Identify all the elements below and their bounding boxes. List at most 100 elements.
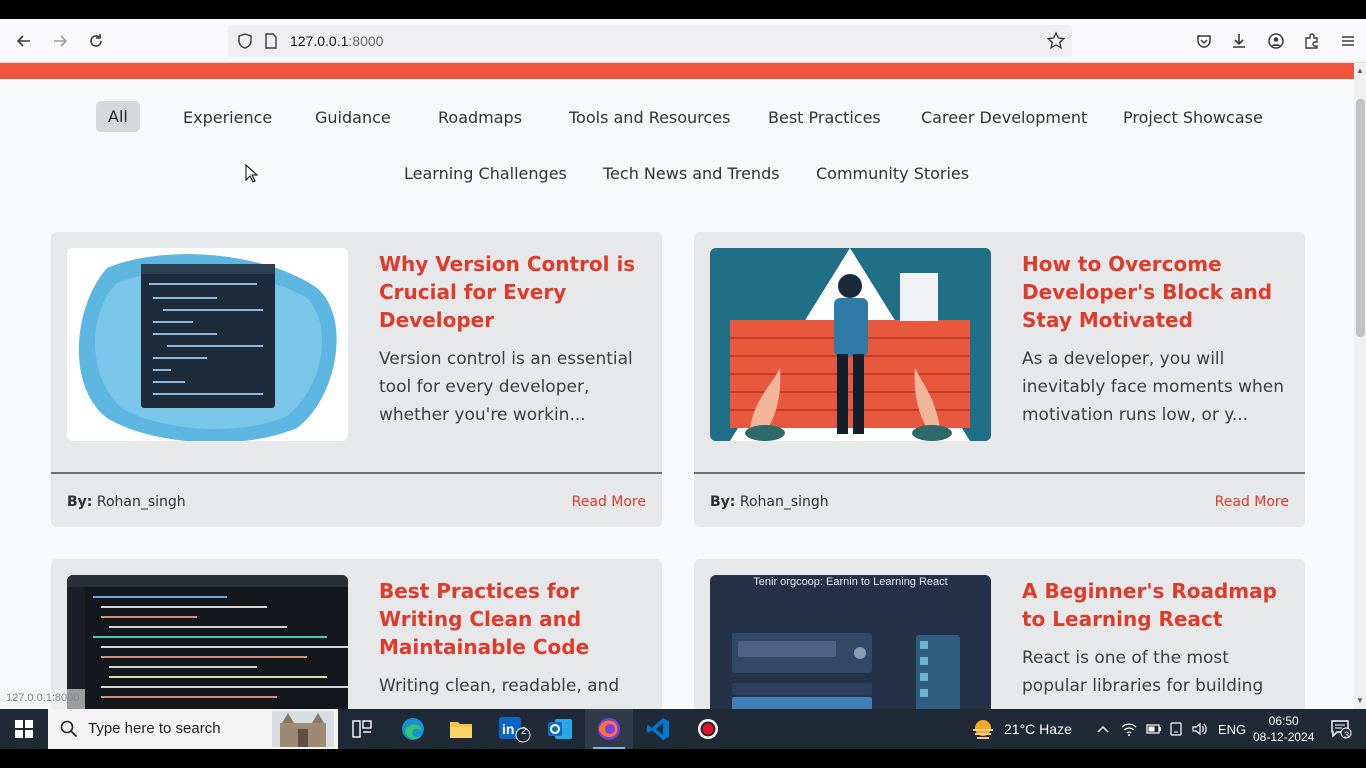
pocket-button[interactable] xyxy=(1189,26,1219,56)
vscode-app[interactable] xyxy=(634,709,682,749)
react-roadmap-illustration-icon xyxy=(732,633,960,709)
post-title[interactable]: Best Practices for Writing Clean and Mai… xyxy=(379,577,644,661)
filter-career-development[interactable]: Career Development xyxy=(921,108,1087,127)
recorder-app[interactable] xyxy=(684,709,732,749)
forward-button[interactable] xyxy=(45,26,75,56)
scroll-down-icon[interactable]: ▼ xyxy=(1356,697,1364,705)
language-text: ENG xyxy=(1218,721,1247,737)
pocket-icon xyxy=(1197,35,1211,48)
code-editor-illustration-icon xyxy=(78,254,337,441)
menu-button[interactable] xyxy=(1333,26,1363,56)
post-author: By: Rohan_singh xyxy=(710,494,829,510)
post-card[interactable]: Best Practices for Writing Clean and Mai… xyxy=(51,559,662,709)
bookmark-star-icon[interactable] xyxy=(1046,31,1066,51)
scroll-thumb[interactable] xyxy=(1356,99,1365,337)
weather-text: 21°C Haze xyxy=(1004,721,1072,737)
filter-roadmaps[interactable]: Roadmaps xyxy=(438,108,522,127)
puzzle-icon xyxy=(1305,33,1318,49)
url-port: :8000 xyxy=(348,33,384,49)
reload-icon xyxy=(90,34,102,47)
firefox-app[interactable] xyxy=(585,709,633,749)
read-more-link[interactable]: Read More xyxy=(572,494,646,510)
weather-widget[interactable]: 21°C Haze xyxy=(970,709,1072,749)
battery-icon xyxy=(1146,724,1161,734)
back-button[interactable] xyxy=(9,26,39,56)
extensions-button[interactable] xyxy=(1297,26,1327,56)
post-image[interactable] xyxy=(67,575,348,709)
account-button[interactable] xyxy=(1261,26,1291,56)
card-divider xyxy=(51,472,662,474)
task-view-icon xyxy=(352,720,372,738)
post-title[interactable]: A Beginner's Roadmap to Learning React xyxy=(1022,577,1287,633)
filter-learning-challenges[interactable]: Learning Challenges xyxy=(404,164,567,183)
post-excerpt: Writing clean, readable, and xyxy=(379,676,620,696)
outlook-icon xyxy=(548,719,572,739)
filter-tools-and-resources[interactable]: Tools and Resources xyxy=(569,108,730,127)
page-scrollbar[interactable]: ▲ ▼ xyxy=(1354,63,1366,709)
post-image[interactable]: Tenir orgcoop: Earnin to Learning React xyxy=(710,575,991,709)
filter-experience[interactable]: Experience xyxy=(183,108,272,127)
start-button[interactable] xyxy=(0,709,48,749)
back-arrow-icon xyxy=(16,35,30,47)
dark-code-screenshot-icon xyxy=(67,575,348,709)
volume-button[interactable] xyxy=(1191,709,1209,749)
network-button[interactable] xyxy=(1120,709,1138,749)
edge-app[interactable] xyxy=(389,709,437,749)
taskbar-search-box[interactable]: Type here to search xyxy=(48,709,338,749)
developer-at-wall-illustration-icon xyxy=(730,248,970,441)
filter-tech-news-and-trends[interactable]: Tech News and Trends xyxy=(603,164,780,183)
vscode-icon xyxy=(647,718,669,740)
author-label: By: xyxy=(67,494,93,510)
screen-border xyxy=(0,749,1366,768)
url-text[interactable]: 127.0.0.1:8000 xyxy=(290,33,383,49)
outlook-app[interactable] xyxy=(536,709,584,749)
post-image[interactable] xyxy=(710,248,991,441)
status-url: 127.0.0.1:8000 xyxy=(0,689,86,709)
notification-count: 3 xyxy=(1344,730,1350,740)
battery-button[interactable] xyxy=(1145,709,1163,749)
image-caption: Tenir orgcoop: Earnin to Learning React xyxy=(753,576,948,588)
card-divider xyxy=(694,472,1305,474)
filter-guidance[interactable]: Guidance xyxy=(315,108,391,127)
windows-logo-icon xyxy=(15,720,33,738)
page-icon xyxy=(265,33,277,49)
post-title[interactable]: How to Overcome Developer's Block and St… xyxy=(1022,250,1287,334)
show-hidden-icons-button[interactable] xyxy=(1096,709,1110,749)
search-placeholder: Type here to search xyxy=(88,720,221,737)
filter-community-stories[interactable]: Community Stories xyxy=(816,164,969,183)
speaker-icon xyxy=(1192,722,1207,736)
task-view-button[interactable] xyxy=(338,709,386,749)
file-explorer-app[interactable] xyxy=(437,709,485,749)
cathedral-search-highlight-icon xyxy=(272,711,334,747)
screen: 127.0.0.1:8000 All Experience Guidance R… xyxy=(0,0,1366,768)
filter-best-practices[interactable]: Best Practices xyxy=(768,108,881,127)
post-card[interactable]: Tenir orgcoop: Earnin to Learning React … xyxy=(694,559,1305,709)
edge-icon xyxy=(402,718,424,740)
downloads-button[interactable] xyxy=(1224,26,1254,56)
post-card[interactable]: Why Version Control is Crucial for Every… xyxy=(51,232,662,527)
hamburger-menu-icon xyxy=(1342,36,1354,46)
post-excerpt: Version control is an essential tool for… xyxy=(379,349,633,425)
post-excerpt: React is one of the most popular librari… xyxy=(1022,648,1264,696)
account-icon xyxy=(1268,33,1284,49)
language-indicator[interactable]: ENG xyxy=(1218,709,1246,749)
reload-button[interactable] xyxy=(81,26,111,56)
scroll-up-icon[interactable]: ▲ xyxy=(1356,67,1364,75)
address-bar[interactable]: 127.0.0.1:8000 xyxy=(228,25,1072,57)
author-name: Rohan_singh xyxy=(739,494,829,510)
read-more-link[interactable]: Read More xyxy=(1215,494,1289,510)
notifications-button[interactable]: 3 xyxy=(1330,709,1352,749)
shield-icon xyxy=(238,33,252,49)
meet-now-button[interactable] xyxy=(1168,709,1184,749)
linkedin-app[interactable]: in 2 xyxy=(490,709,538,749)
svg-text:in: in xyxy=(502,721,514,737)
filter-all[interactable]: All xyxy=(96,101,140,132)
post-title[interactable]: Why Version Control is Crucial for Every… xyxy=(379,250,644,334)
filter-project-showcase[interactable]: Project Showcase xyxy=(1123,108,1263,127)
download-icon xyxy=(1233,34,1245,48)
mouse-cursor-icon xyxy=(245,164,259,183)
taskbar: Type here to search in 2 21°C Haze ENG 0… xyxy=(0,709,1366,749)
clock[interactable]: 06:50 08-12-2024 xyxy=(1253,709,1314,749)
post-image[interactable] xyxy=(67,248,348,441)
post-card[interactable]: How to Overcome Developer's Block and St… xyxy=(694,232,1305,527)
